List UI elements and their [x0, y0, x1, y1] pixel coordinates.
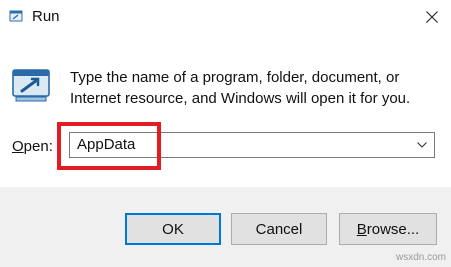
run-app-icon: [9, 9, 23, 23]
browse-accelerator: B: [356, 220, 367, 238]
ok-button[interactable]: OK: [125, 213, 221, 245]
run-dialog: Run Type the name of a program, folder, …: [0, 0, 451, 267]
open-label: Open:: [12, 138, 53, 155]
title-bar: Run: [0, 0, 451, 38]
open-combobox[interactable]: [69, 132, 435, 158]
watermark: wsxdn.com: [396, 252, 447, 263]
close-button[interactable]: [412, 0, 451, 34]
open-label-text: pen:: [23, 138, 53, 155]
open-input[interactable]: [70, 133, 407, 157]
window-title: Run: [32, 8, 60, 25]
description-text: Type the name of a program, folder, docu…: [70, 69, 411, 107]
browse-label: rowse...: [366, 220, 420, 238]
dropdown-button[interactable]: [410, 133, 434, 157]
cancel-button[interactable]: Cancel: [231, 213, 327, 245]
browse-button[interactable]: Browse...: [339, 213, 437, 245]
dialog-content: Type the name of a program, folder, docu…: [0, 38, 451, 187]
close-icon: [425, 11, 438, 23]
run-dialog-icon: [10, 64, 54, 108]
chevron-down-icon: [417, 142, 427, 148]
open-label-accelerator: O: [12, 138, 24, 155]
button-bar: OK Cancel Browse...: [0, 187, 451, 267]
